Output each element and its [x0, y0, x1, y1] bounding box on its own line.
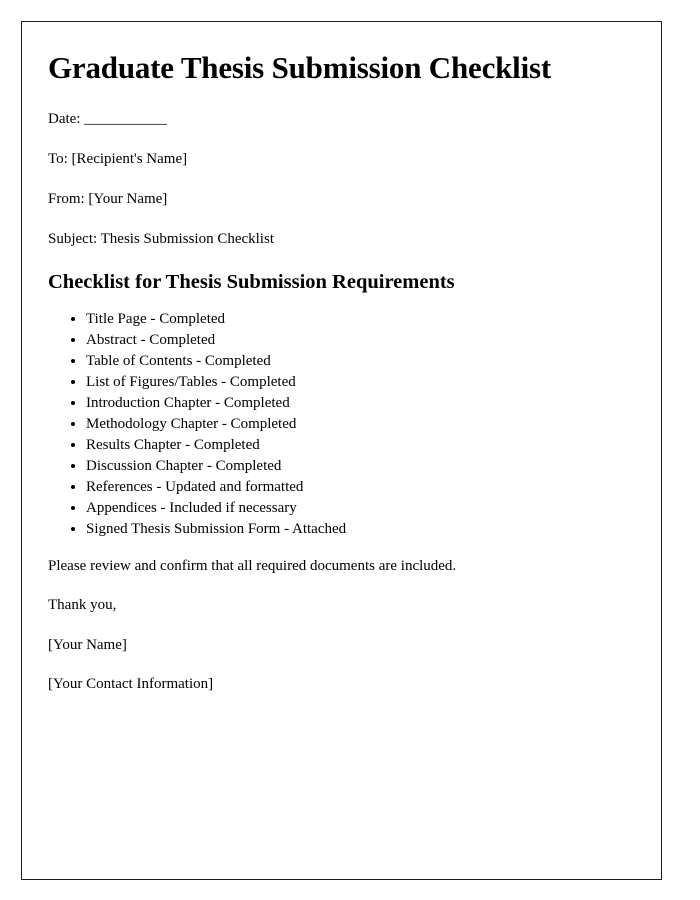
closing-block: Please review and confirm that all requi… [48, 556, 635, 694]
closing-instruction: Please review and confirm that all requi… [48, 558, 457, 575]
list-item: Appendices - Included if necessary [86, 499, 635, 517]
list-item: Signed Thesis Submission Form - Attached [86, 520, 635, 538]
list-item: Title Page - Completed [86, 310, 635, 328]
closing-thanks: Thank you, [48, 597, 117, 614]
meta-line-from: From: [Your Name] [48, 191, 168, 208]
document-meta-block: Date: ___________ To: [Recipient's Name]… [48, 109, 635, 250]
list-item: Discussion Chapter - Completed [86, 457, 635, 475]
list-item: Introduction Chapter - Completed [86, 394, 635, 412]
meta-line-to: To: [Recipient's Name] [48, 150, 188, 167]
list-item: Table of Contents - Completed [86, 352, 635, 370]
document-page: Graduate Thesis Submission Checklist Dat… [21, 21, 662, 880]
closing-contact-information: [Your Contact Information] [48, 675, 214, 692]
meta-line-date: Date: ___________ [48, 110, 167, 127]
document-content: Graduate Thesis Submission Checklist Dat… [22, 22, 661, 694]
meta-line-subject: Subject: Thesis Submission Checklist [48, 231, 274, 248]
list-item: Abstract - Completed [86, 331, 635, 349]
section-heading: Checklist for Thesis Submission Requirem… [48, 270, 455, 293]
list-item: References - Updated and formatted [86, 478, 635, 496]
list-item: Results Chapter - Completed [86, 436, 635, 454]
checklist: Title Page - Completed Abstract - Comple… [48, 310, 635, 538]
page-title: Graduate Thesis Submission Checklist [48, 50, 551, 85]
closing-signature-name: [Your Name] [48, 636, 127, 653]
list-item: List of Figures/Tables - Completed [86, 373, 635, 391]
list-item: Methodology Chapter - Completed [86, 415, 635, 433]
